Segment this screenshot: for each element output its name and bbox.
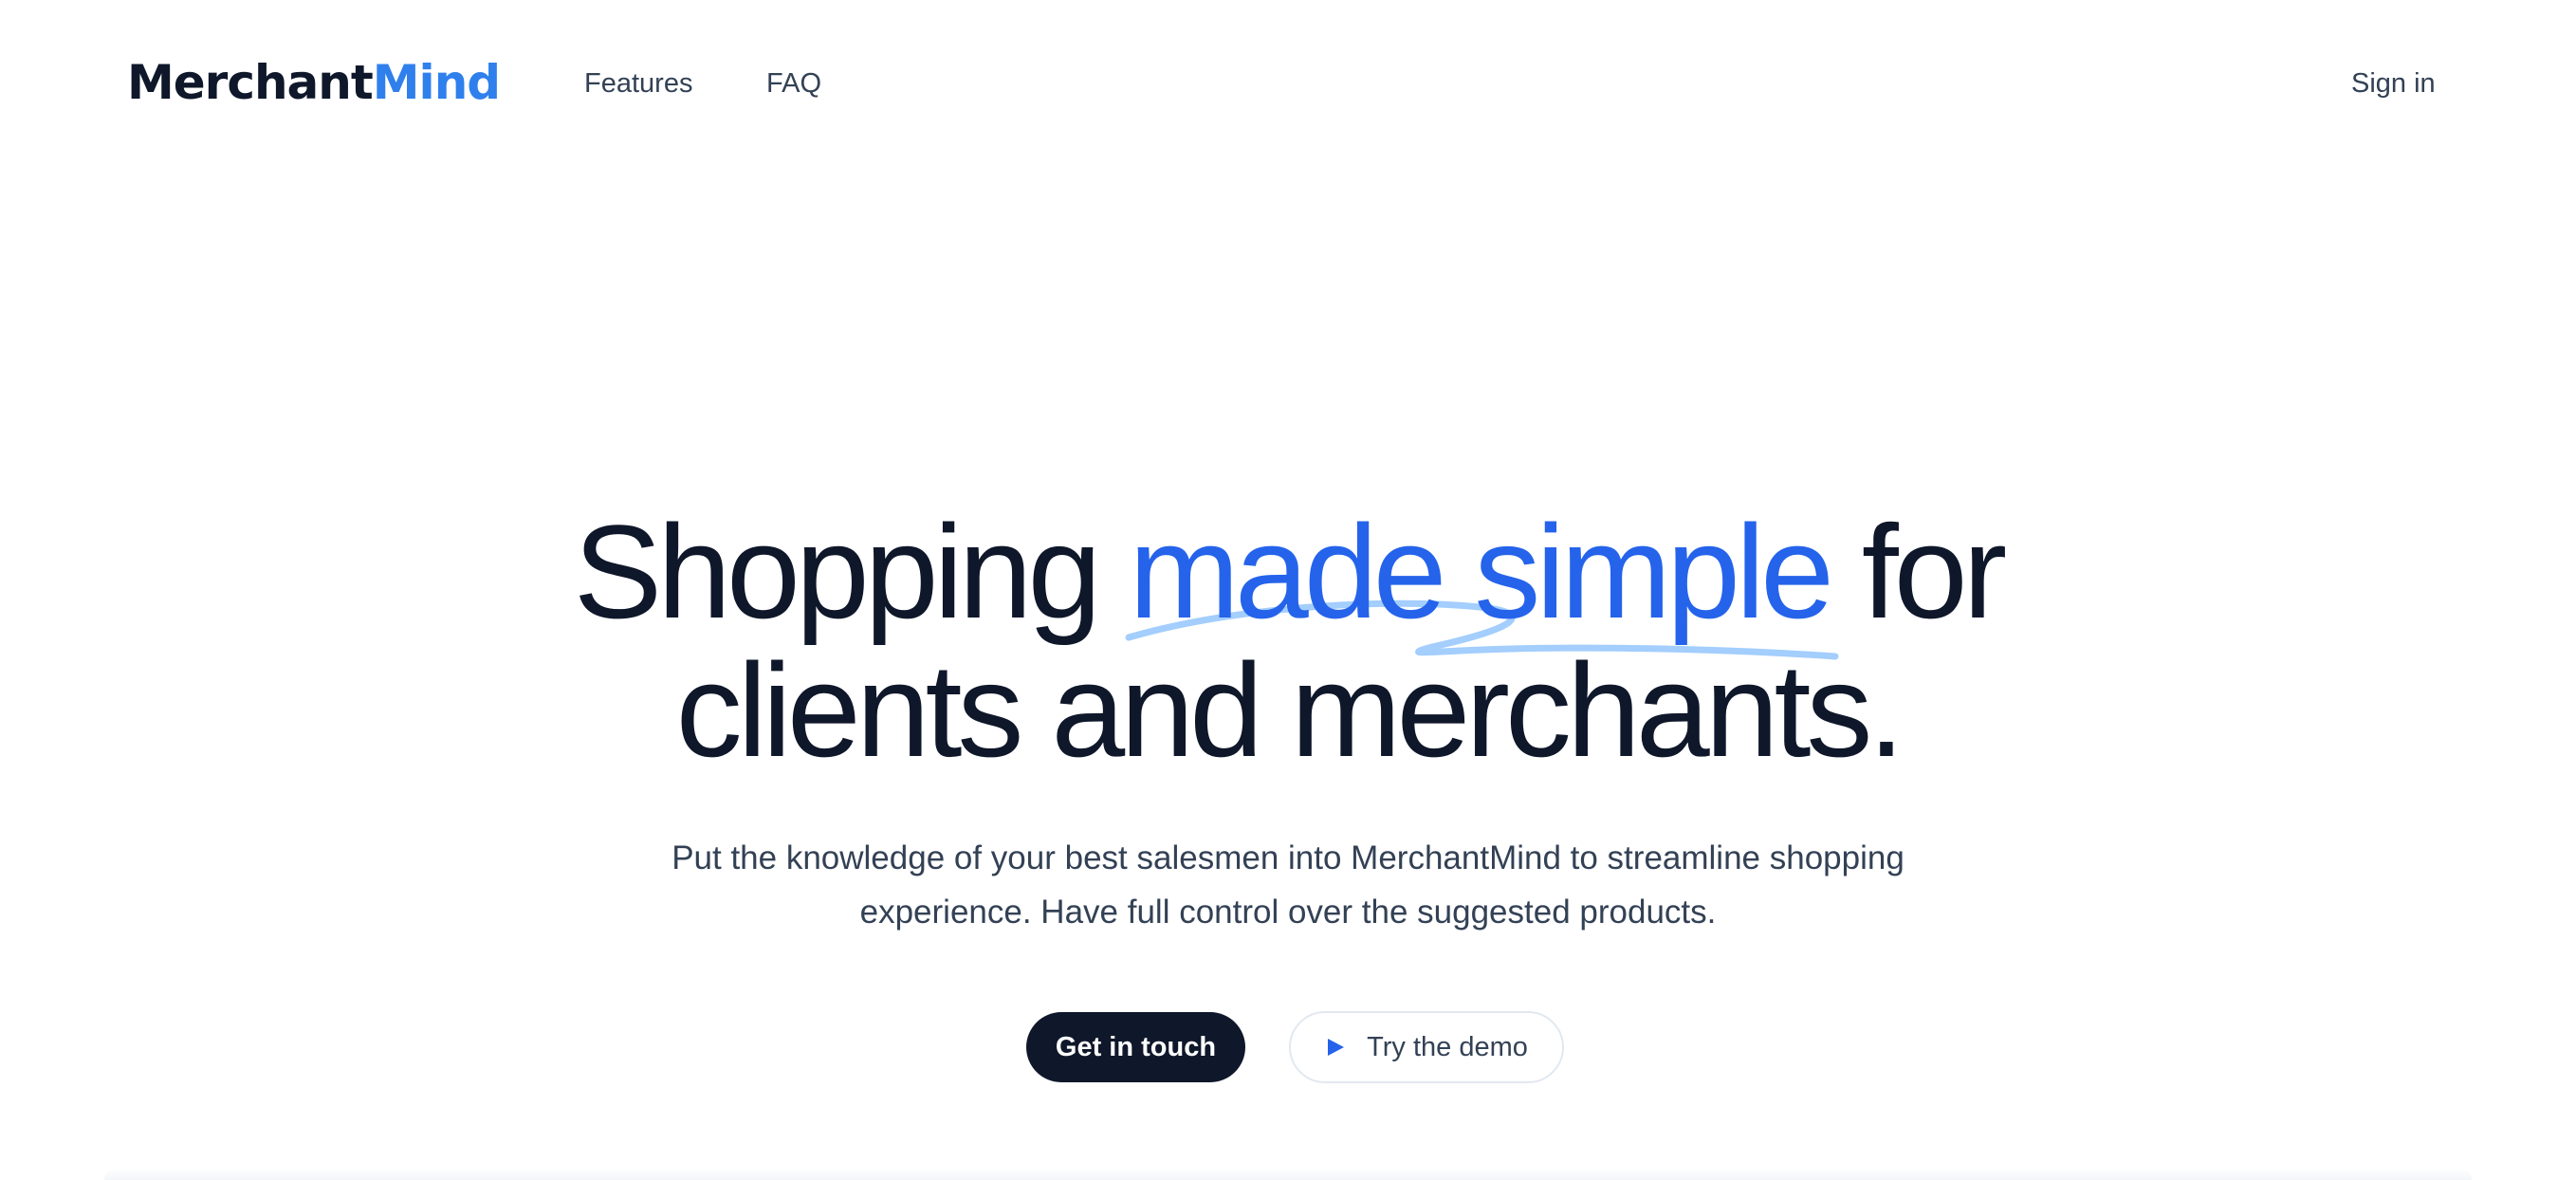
try-demo-label: Try the demo — [1367, 1031, 1528, 1062]
hero-title-accent-text: made simple — [1129, 497, 1834, 646]
preview-panel-edge — [104, 1169, 2472, 1180]
hero-subtitle-line2: experience. Have full control over the s… — [859, 894, 1717, 931]
site-header: MerchantMind Features FAQ Sign in — [0, 0, 2576, 166]
sign-in-link[interactable]: Sign in — [2351, 65, 2436, 102]
hero-title-line2: clients and merchants. — [675, 636, 1905, 784]
get-in-touch-button[interactable]: Get in touch — [1026, 1012, 1245, 1082]
hero-title-accent: made simple — [1125, 503, 1839, 660]
hero-title-start: Shopping — [573, 497, 1130, 646]
hero-subtitle: Put the knowledge of your best salesmen … — [529, 831, 2047, 939]
hero-title-mid: for — [1829, 497, 2007, 646]
hero-title: Shopping made simple for clients and mer… — [340, 503, 2236, 780]
nav-link-faq[interactable]: FAQ — [766, 65, 821, 102]
try-demo-button[interactable]: Try the demo — [1289, 1011, 1564, 1083]
brand-logo[interactable]: MerchantMind — [127, 53, 501, 112]
play-icon — [1328, 1039, 1345, 1056]
logo-text-mind: Mind — [372, 55, 501, 110]
logo-text-merchant: Merchant — [127, 55, 374, 110]
hero-subtitle-line1: Put the knowledge of your best salesmen … — [672, 839, 1904, 876]
nav-link-features[interactable]: Features — [584, 65, 692, 102]
